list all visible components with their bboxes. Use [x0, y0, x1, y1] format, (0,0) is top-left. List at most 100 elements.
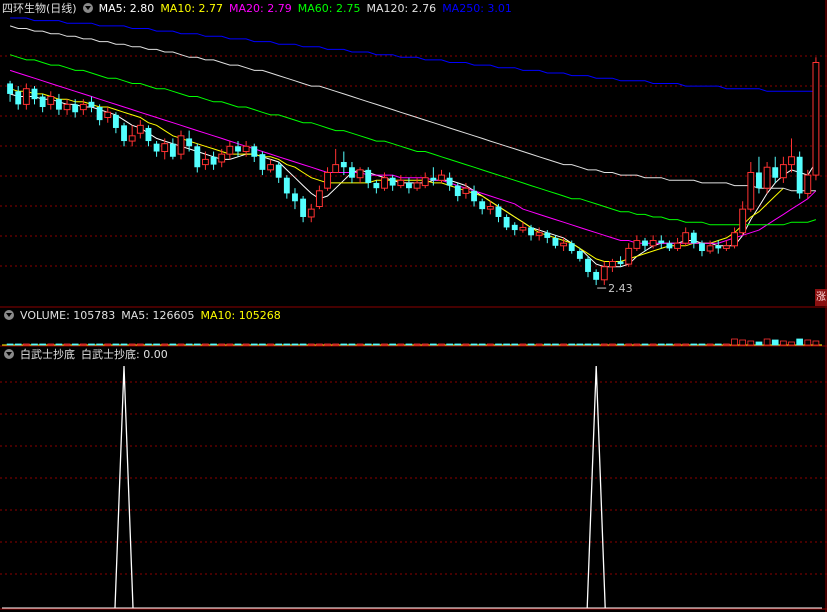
candle-body [552, 237, 559, 246]
ma20-label: MA20: 2.79 [229, 2, 292, 15]
volume-bar [324, 343, 331, 346]
volume-bar [299, 343, 307, 346]
volume-bar [96, 343, 103, 346]
candle-body [633, 240, 641, 249]
volume-bar [373, 343, 380, 346]
volume-bar [242, 343, 250, 346]
candle-body [642, 240, 648, 246]
volume-dropdown-icon[interactable] [4, 310, 14, 320]
volume-bar [584, 343, 592, 346]
volume-bar [291, 343, 299, 346]
volume-bar [161, 343, 169, 346]
volume-bar [519, 343, 527, 346]
indicator-name: 白武士抄底 [20, 348, 75, 361]
candle-body [324, 171, 331, 189]
candle-body [544, 232, 551, 238]
volume-bar [478, 343, 486, 346]
volume-bar [250, 343, 258, 346]
candle-body [600, 266, 608, 281]
indicator-dropdown-icon[interactable] [4, 349, 14, 359]
volume-bar [641, 343, 649, 346]
indicator-spike [114, 365, 134, 609]
volume-bar [609, 343, 616, 346]
volume-ma10-label: MA10: 105268 [200, 309, 281, 322]
volume-bar [739, 339, 747, 346]
candle-body [194, 146, 201, 168]
volume-bar [14, 343, 22, 346]
candle-body [332, 164, 340, 173]
candle-body [177, 135, 185, 155]
volume-bar [397, 343, 405, 346]
candle-body [690, 232, 697, 244]
candle-body [715, 245, 722, 249]
candle-body [201, 158, 209, 166]
dropdown-icon[interactable] [82, 3, 93, 13]
volume-bar [234, 343, 242, 346]
candle-body [307, 208, 315, 218]
candle-body [22, 88, 30, 105]
candle-body [300, 198, 307, 217]
volume-bar [674, 343, 681, 346]
candle-body [528, 227, 534, 236]
candle-body [812, 62, 820, 176]
indicator-spike [586, 365, 606, 609]
volume-bar [145, 343, 152, 346]
candle-body [788, 156, 795, 166]
candle-body [356, 169, 364, 179]
candle-body [235, 146, 241, 152]
volume-bar [259, 343, 266, 346]
volume-bar [804, 339, 812, 346]
candle-body [186, 138, 193, 147]
candle-body [454, 185, 461, 197]
candle-body [161, 143, 169, 153]
volume-bar [275, 343, 283, 346]
candle-body [55, 99, 62, 110]
volume-bar [592, 343, 600, 346]
candle-body [72, 104, 79, 113]
side-badge[interactable]: 涨 [815, 289, 827, 306]
candle-body [682, 232, 690, 244]
candle-body [210, 156, 217, 165]
indicator-value: 白武士抄底: 0.00 [81, 348, 168, 361]
candle-body [576, 251, 583, 259]
volume-bar [657, 343, 665, 346]
candle-body [349, 167, 355, 178]
volume-bar [625, 343, 633, 346]
candle-body [674, 242, 681, 249]
volume-bar [771, 339, 779, 346]
candle-body [560, 242, 568, 247]
candle-body [397, 179, 405, 187]
candle-body [519, 226, 527, 231]
volume-bar [600, 343, 608, 346]
candle-body [283, 177, 290, 194]
volume-bar [364, 343, 372, 346]
volume-bar [690, 343, 698, 346]
candle-body [438, 174, 445, 181]
volume-bar [780, 340, 787, 346]
candle-body [666, 243, 673, 249]
candle-body [128, 135, 136, 142]
volume-bar [755, 341, 763, 346]
candle-body [169, 143, 176, 157]
volume-bar [193, 343, 201, 346]
candle-body [763, 166, 771, 189]
candle-body [430, 177, 437, 181]
volume-bar [177, 343, 185, 346]
volume-bar [210, 343, 217, 346]
candle-body [275, 164, 282, 178]
volume-bar [226, 343, 234, 346]
main-header: 四环生物(日线) MA5: 2.80 MA10: 2.77 MA20: 2.79 MA6… [2, 2, 518, 16]
candle-body [722, 245, 730, 249]
volume-bar [39, 343, 46, 346]
volume-bar [31, 343, 38, 346]
volume-bar [267, 343, 274, 346]
volume-label: VOLUME: 105783 [20, 309, 116, 322]
candle-body [226, 145, 234, 155]
low-marker-label: 2.43 [608, 282, 633, 295]
volume-bar [340, 343, 348, 346]
candle-body [706, 245, 714, 252]
candle-body [340, 162, 347, 168]
volume-bar [120, 343, 128, 346]
candle-body [585, 258, 591, 272]
ma250-line [10, 17, 816, 92]
